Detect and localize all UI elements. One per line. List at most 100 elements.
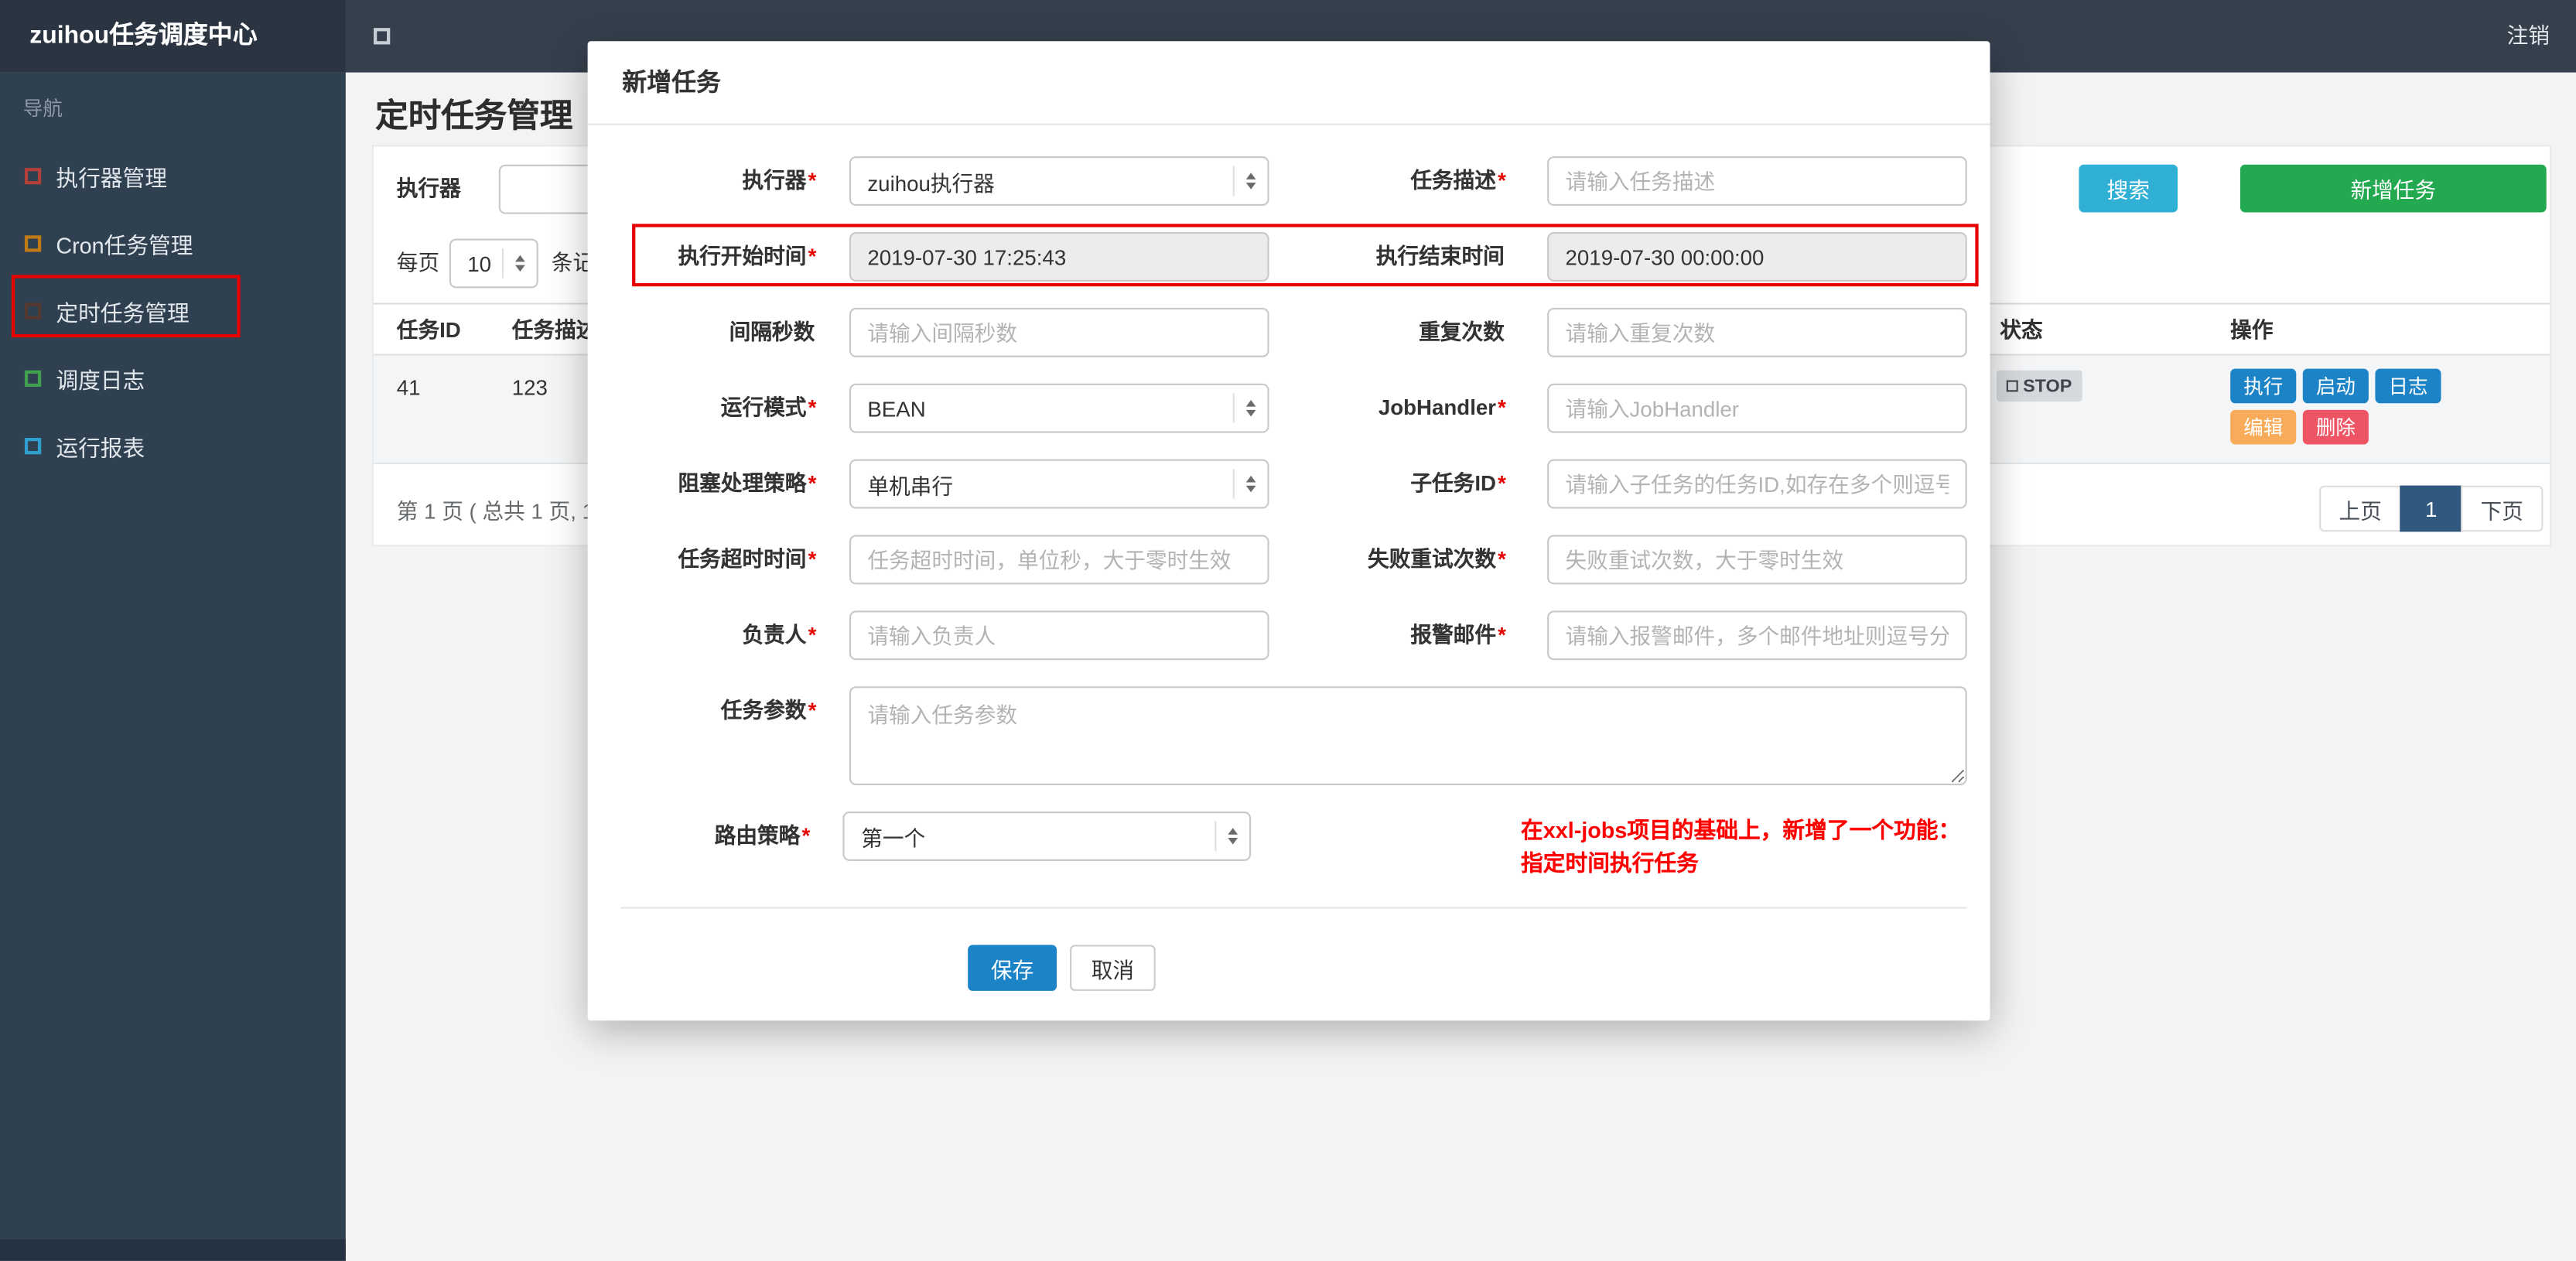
sidebar-footer [0, 1239, 346, 1261]
required-star: * [808, 168, 817, 193]
sidebar-item-dispatch-log[interactable]: 调度日志 [0, 344, 346, 412]
required-star: * [1498, 546, 1506, 572]
modal-actions: 保存 取消 [968, 945, 1990, 991]
child-job-id-label: 子任务ID * [1410, 470, 1506, 496]
job-param-label: 任务参数 * [720, 698, 817, 723]
route-strategy-select[interactable]: 第一个 [842, 812, 1251, 861]
run-mode-label: 运行模式 * [720, 395, 817, 420]
sidebar-toggle-icon[interactable] [374, 28, 391, 45]
select-value: 10 [467, 251, 492, 276]
job-param-textarea[interactable] [849, 686, 1967, 785]
sidebar-item-cron-task-mgmt[interactable]: Cron任务管理 [0, 209, 346, 276]
run-button[interactable]: 执行 [2230, 368, 2297, 404]
required-star: * [808, 243, 817, 268]
delete-button[interactable]: 删除 [2302, 409, 2369, 445]
sidebar-item-run-report[interactable]: 运行报表 [0, 412, 346, 479]
sidebar-item-label: 运行报表 [56, 435, 145, 460]
col-header-task-id[interactable]: 任务ID [397, 305, 461, 357]
required-star: * [808, 622, 817, 648]
required-star: * [1498, 470, 1506, 496]
owner-label: 负责人 * [742, 622, 817, 648]
job-handler-label: JobHandler * [1378, 395, 1506, 420]
end-time-input[interactable] [1547, 232, 1967, 282]
app: zuihou任务调度中心 注销 导航 执行器管理 Cron任务管理 定时任务管理… [0, 0, 2576, 1261]
logout-link[interactable]: 注销 [2507, 0, 2550, 73]
executor-filter-label: 执行器 [396, 176, 461, 201]
log-button[interactable]: 日志 [2375, 368, 2441, 404]
square-icon [24, 234, 42, 251]
start-time-input[interactable] [849, 232, 1269, 282]
alarm-email-input[interactable] [1547, 610, 1967, 661]
feature-note-line2: 指定时间执行任务 [1521, 851, 1699, 876]
add-task-form: 执行器* zuihou执行器 任务描述* 执行开始时间* 执行结束时间 间隔秒数… [588, 125, 1990, 881]
fail-retry-input[interactable] [1547, 535, 1967, 585]
brand-logo[interactable]: zuihou任务调度中心 [0, 0, 346, 73]
feature-note-line1: 在xxl-jobs项目的基础上，新增了一个功能： [1521, 818, 1961, 843]
next-page-button[interactable]: 下页 [2461, 485, 2544, 532]
owner-input[interactable] [849, 610, 1269, 661]
square-icon [24, 166, 42, 184]
per-page-select[interactable]: 10 [449, 238, 538, 289]
fail-retry-label: 失败重试次数 * [1368, 546, 1506, 572]
job-handler-input[interactable] [1547, 383, 1967, 433]
edit-button[interactable]: 编辑 [2230, 409, 2297, 445]
alarm-email-label: 报警邮件 * [1410, 622, 1506, 648]
select-arrows-icon [1214, 821, 1238, 852]
cell-task-id: 41 [396, 375, 421, 401]
modal-title: 新增任务 [587, 41, 1990, 125]
start-button[interactable]: 启动 [2302, 368, 2369, 404]
run-mode-select[interactable]: BEAN [849, 383, 1269, 433]
square-icon [24, 369, 42, 386]
required-star: * [1498, 395, 1506, 420]
end-time-label: 执行结束时间 [1375, 243, 1505, 268]
repeat-count-label: 重复次数 [1419, 319, 1505, 344]
timeout-label: 任务超时时间 * [678, 546, 817, 572]
square-icon [24, 302, 42, 319]
square-icon [24, 436, 42, 454]
page-1-button[interactable]: 1 [2400, 485, 2463, 532]
select-arrows-icon [1232, 469, 1256, 499]
col-header-actions: 操作 [2230, 317, 2274, 343]
required-star: * [808, 698, 817, 723]
per-page-prefix: 每页 [396, 250, 440, 275]
status-badge: STOP [1997, 370, 2082, 402]
status-text: STOP [2023, 376, 2072, 396]
prev-page-button[interactable]: 上页 [2319, 485, 2402, 532]
select-value: 第一个 [861, 825, 926, 851]
required-star: * [801, 822, 811, 848]
modal-footer-divider [620, 907, 1967, 909]
add-task-button[interactable]: 新增任务 [2239, 164, 2547, 213]
sidebar-item-scheduled-task-mgmt[interactable]: 定时任务管理 [0, 276, 346, 343]
feature-note: 在xxl-jobs项目的基础上，新增了一个功能： 指定时间执行任务 [1521, 812, 1967, 880]
page-title: 定时任务管理 [375, 98, 573, 135]
sidebar-item-label: 执行器管理 [56, 165, 167, 190]
required-star: * [1498, 168, 1506, 193]
stop-square-icon [2006, 380, 2018, 392]
executor-label: 执行器 * [742, 168, 817, 193]
start-time-label: 执行开始时间 * [678, 243, 817, 268]
col-header-status[interactable]: 状态 [2000, 305, 2042, 357]
select-value: zuihou执行器 [867, 170, 995, 196]
timeout-input[interactable] [849, 535, 1269, 585]
sidebar-item-label: Cron任务管理 [56, 233, 193, 258]
cancel-button[interactable]: 取消 [1070, 945, 1156, 991]
sidebar-item-label: 定时任务管理 [56, 300, 190, 326]
interval-input[interactable] [849, 307, 1269, 357]
route-strategy-label: 路由策略 * [714, 822, 811, 848]
note-spacer [1250, 812, 1480, 880]
block-strategy-select[interactable]: 单机串行 [849, 459, 1269, 509]
job-desc-label: 任务描述 * [1410, 168, 1506, 193]
select-value: BEAN [867, 395, 926, 421]
save-button[interactable]: 保存 [968, 945, 1057, 991]
col-header-task-desc[interactable]: 任务描述 [512, 305, 598, 357]
sidebar-menu: 执行器管理 Cron任务管理 定时任务管理 调度日志 运行报表 [0, 142, 346, 479]
job-desc-input[interactable] [1547, 156, 1967, 206]
search-button[interactable]: 搜索 [2079, 164, 2178, 213]
interval-label: 间隔秒数 [729, 319, 815, 344]
executor-select[interactable]: zuihou执行器 [849, 156, 1269, 206]
child-job-id-input[interactable] [1547, 459, 1967, 509]
sidebar-item-executor-mgmt[interactable]: 执行器管理 [0, 142, 346, 209]
block-strategy-label: 阻塞处理策略 * [678, 470, 817, 496]
repeat-count-input[interactable] [1547, 307, 1967, 357]
required-star: * [1498, 622, 1506, 648]
